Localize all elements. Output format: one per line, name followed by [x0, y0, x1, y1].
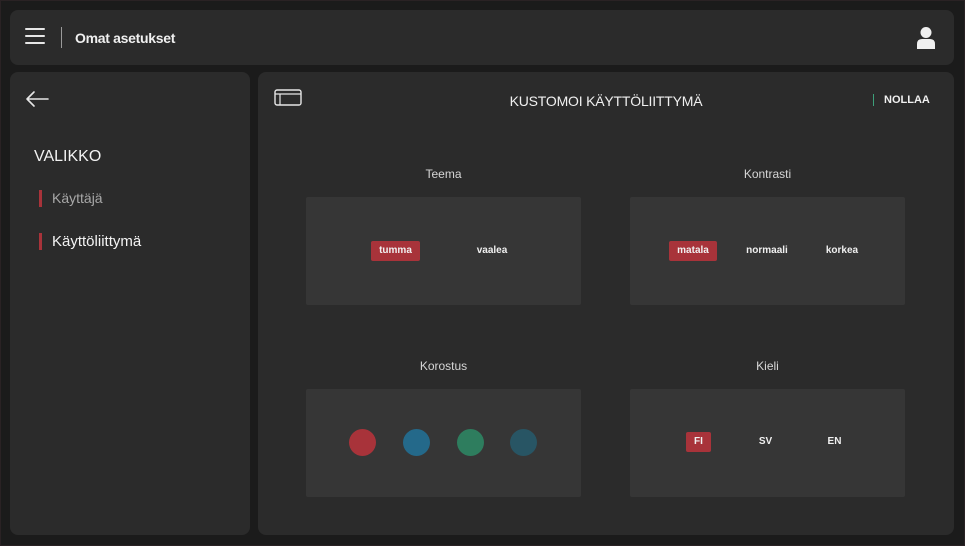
language-label: Kieli — [756, 359, 779, 373]
contrast-option-normaali[interactable]: normaali — [741, 241, 793, 261]
sidebar-item-kayttaja[interactable]: Käyttäjä — [39, 190, 103, 207]
sidebar: VALIKKO Käyttäjä Käyttöliittymä — [10, 72, 250, 535]
contrast-label: Kontrasti — [743, 167, 792, 181]
page-title: Omat asetukset — [75, 30, 176, 46]
reset-button[interactable]: NOLLAA — [873, 94, 930, 106]
language-option-sv[interactable]: SV — [753, 432, 778, 452]
sidebar-heading: VALIKKO — [34, 148, 102, 165]
hamburger-icon[interactable] — [25, 28, 45, 45]
theme-option-vaalea[interactable]: vaalea — [466, 241, 518, 261]
arrow-left-icon[interactable] — [24, 90, 50, 108]
accent-swatch-red[interactable] — [349, 429, 376, 456]
theme-card: tumma vaalea — [306, 197, 581, 305]
accent-swatch-green[interactable] — [457, 429, 484, 456]
main-panel: KUSTOMOI KÄYTTÖLIITTYMÄ NOLLAA Teema tum… — [258, 72, 954, 535]
customize-title: KUSTOMOI KÄYTTÖLIITTYMÄ — [509, 93, 703, 109]
language-card: FI SV EN — [630, 389, 905, 497]
sidebar-item-kayttoliittyma[interactable]: Käyttöliittymä — [39, 233, 141, 250]
accent-label: Korostus — [419, 359, 468, 373]
accent-card — [306, 389, 581, 497]
contrast-option-korkea[interactable]: korkea — [819, 241, 865, 261]
theme-label: Teema — [425, 167, 462, 181]
accent-swatch-blue[interactable] — [403, 429, 430, 456]
accent-swatch-teal[interactable] — [510, 429, 537, 456]
language-option-fi[interactable]: FI — [686, 432, 711, 452]
contrast-option-matala[interactable]: matala — [669, 241, 717, 261]
theme-option-tumma[interactable]: tumma — [371, 241, 420, 261]
user-icon[interactable] — [916, 26, 936, 50]
top-bar: Omat asetukset — [10, 10, 954, 65]
header-divider — [61, 27, 62, 48]
contrast-card: matala normaali korkea — [630, 197, 905, 305]
language-option-en[interactable]: EN — [822, 432, 847, 452]
app-window: Omat asetukset VALIKKO Käyttäjä Käyttöli… — [1, 1, 964, 545]
